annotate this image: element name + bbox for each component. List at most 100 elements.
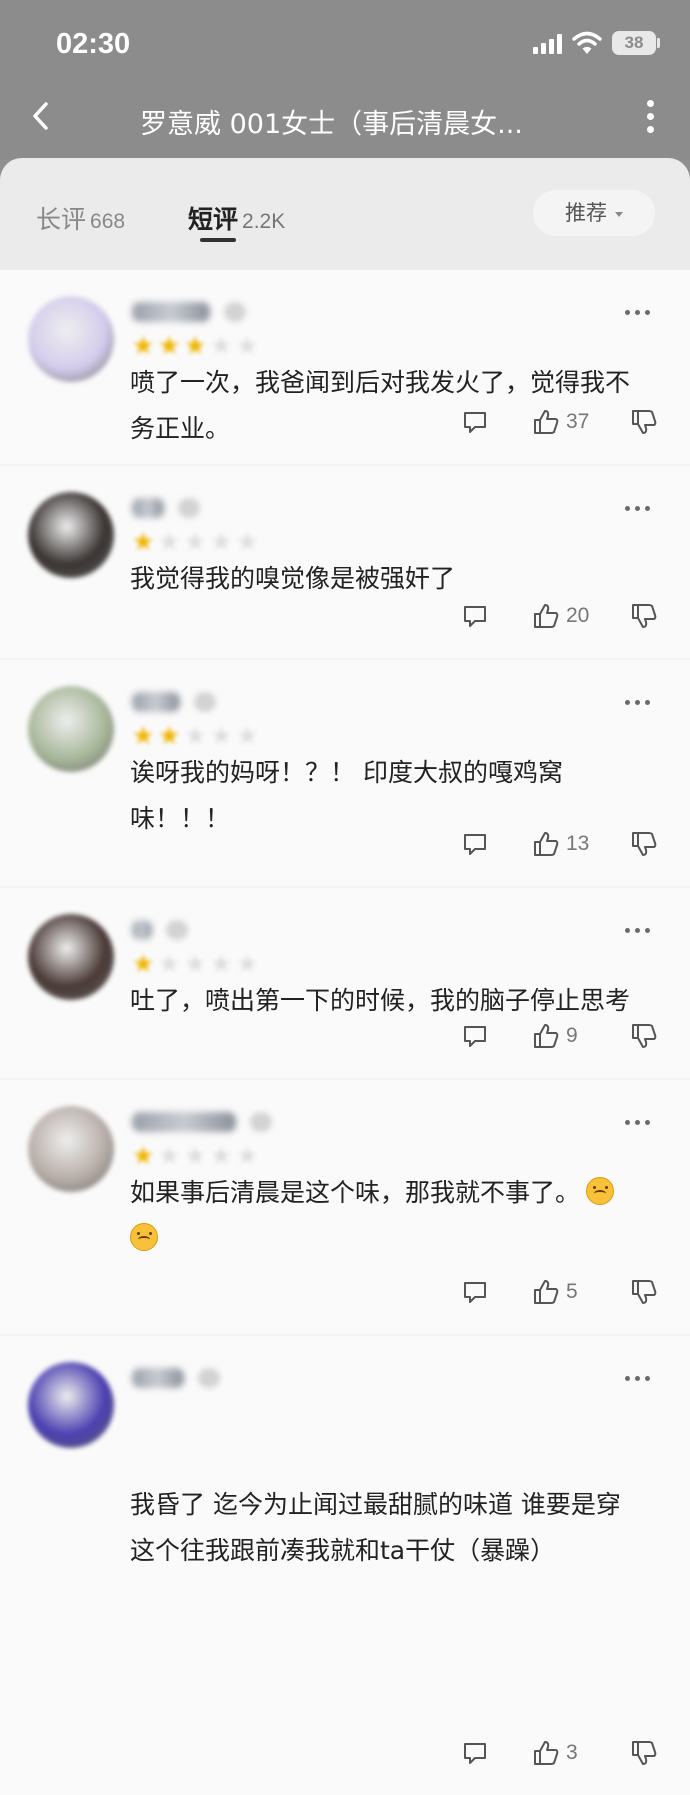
star-icon: ★ (210, 331, 233, 360)
nav-bar: 罗意威 001女士（事后清晨女... (0, 82, 690, 160)
tab-long-reviews[interactable]: 长评 668 (36, 200, 125, 236)
status-time: 02:30 (56, 28, 131, 60)
review-text: 我觉得我的嗅觉像是被强奸了 (130, 556, 650, 602)
like-icon[interactable] (532, 1278, 560, 1306)
user-level-badge (178, 498, 200, 518)
star-icon: ★ (184, 949, 207, 978)
app-header: 02:30 38 罗意威 001女士（事后清晨女... (0, 0, 690, 160)
avatar[interactable] (28, 686, 114, 772)
user-level-badge (166, 920, 188, 940)
username-blurred[interactable] (132, 498, 164, 518)
like-count: 20 (566, 604, 590, 627)
page-title: 罗意威 001女士（事后清晨女... (140, 109, 523, 140)
star-icon: ★ (210, 949, 233, 978)
star-icon: ★ (236, 527, 259, 556)
star-icon: ★ (236, 331, 259, 360)
star-icon: ★ (210, 527, 233, 556)
like-icon[interactable] (532, 1022, 560, 1050)
chevron-down-icon (615, 211, 623, 217)
star-rating: ★ ★ ★ ★ ★ (132, 527, 262, 556)
review-card: 我昏了 迄今为止闻过最甜腻的味道 谁要是穿 这个往我跟前凑我就和ta干仗（暴躁） 3 (0, 1336, 690, 1795)
star-rating: ★ ★ ★ ★ ★ (132, 331, 262, 360)
user-level-badge (198, 1368, 220, 1388)
review-card: ★ ★ ★ ★ ★ 吐了，喷出第一下的时候，我的脑子停止思考 9 (0, 888, 690, 1078)
star-rating: ★ ★ ★ ★ ★ (132, 1141, 262, 1170)
avatar[interactable] (28, 914, 114, 1000)
dislike-icon[interactable] (630, 1022, 658, 1050)
dislike-icon[interactable] (630, 408, 658, 436)
sort-dropdown[interactable]: 推荐 (533, 190, 655, 236)
star-icon: ★ (184, 331, 207, 360)
review-text-line: 我觉得我的嗅觉像是被强奸了 (130, 564, 456, 593)
star-icon: ★ (132, 1141, 155, 1170)
more-options-icon[interactable] (625, 496, 659, 511)
user-level-badge (250, 1112, 272, 1132)
star-icon: ★ (184, 721, 207, 750)
more-options-icon[interactable] (625, 690, 659, 705)
upside-down-face-emoji-icon (130, 1223, 158, 1251)
review-text-line: 吐了，喷出第一下的时候，我的脑子停止思考 (130, 986, 631, 1015)
like-icon[interactable] (532, 602, 560, 630)
like-count: 37 (566, 410, 590, 433)
review-card: ★ ★ ★ ★ ★ 喷了一次，我爸闻到后对我发火了，觉得我不 务正业。 37 (0, 270, 690, 464)
dislike-icon[interactable] (630, 1278, 658, 1306)
more-options-icon[interactable] (625, 1110, 659, 1125)
username-blurred[interactable] (132, 1112, 236, 1132)
star-rating: ★ ★ ★ ★ ★ (132, 721, 262, 750)
dislike-icon[interactable] (630, 830, 658, 858)
comment-icon[interactable] (462, 1278, 488, 1306)
review-text: 喷了一次，我爸闻到后对我发火了，觉得我不 务正业。 (130, 360, 650, 452)
review-text-line: 喷了一次，我爸闻到后对我发火了，觉得我不 (130, 368, 631, 397)
star-icon: ★ (132, 331, 155, 360)
star-icon: ★ (158, 331, 181, 360)
like-icon[interactable] (532, 408, 560, 436)
user-level-badge (194, 692, 216, 712)
username-blurred[interactable] (132, 920, 152, 940)
star-icon: ★ (158, 1141, 181, 1170)
avatar[interactable] (28, 296, 114, 382)
dislike-icon[interactable] (630, 1739, 658, 1767)
comment-icon[interactable] (462, 602, 488, 630)
star-rating: ★ ★ ★ ★ ★ (132, 949, 262, 978)
star-icon: ★ (184, 527, 207, 556)
tab-label: 短评 (188, 205, 239, 234)
star-icon: ★ (236, 721, 259, 750)
like-count: 5 (566, 1280, 578, 1303)
avatar[interactable] (28, 492, 114, 578)
review-list: ★ ★ ★ ★ ★ 喷了一次，我爸闻到后对我发火了，觉得我不 务正业。 37 ★ ★ ★ ★ ★ 我觉得我… (0, 270, 690, 1795)
avatar[interactable] (28, 1106, 114, 1192)
dislike-icon[interactable] (630, 602, 658, 630)
star-icon: ★ (184, 1141, 207, 1170)
review-card: ★ ★ ★ ★ ★ 如果事后清晨是这个味，那我就不事了。 5 (0, 1080, 690, 1334)
back-arrow-icon[interactable] (22, 96, 62, 136)
status-bar: 02:30 38 (0, 0, 690, 82)
signal-icon (533, 34, 563, 54)
comment-icon[interactable] (462, 408, 488, 436)
username-blurred[interactable] (132, 302, 210, 322)
username-blurred[interactable] (132, 1368, 184, 1388)
review-tabs: 长评 668 短评 2.2K 推荐 (0, 158, 690, 270)
upside-down-face-emoji-icon (586, 1177, 615, 1205)
star-icon: ★ (210, 721, 233, 750)
tab-short-reviews[interactable]: 短评 2.2K (188, 200, 285, 236)
comment-icon[interactable] (462, 830, 488, 858)
battery-nub (657, 38, 660, 48)
like-icon[interactable] (532, 830, 560, 858)
more-options-icon[interactable] (638, 96, 662, 140)
more-options-icon[interactable] (625, 918, 659, 933)
user-level-badge (224, 302, 246, 322)
like-icon[interactable] (532, 1739, 560, 1767)
avatar[interactable] (28, 1362, 114, 1448)
more-options-icon[interactable] (625, 300, 659, 315)
star-icon: ★ (158, 949, 181, 978)
like-count: 9 (566, 1024, 578, 1047)
star-icon: ★ (158, 527, 181, 556)
star-icon: ★ (132, 949, 155, 978)
comment-icon[interactable] (462, 1022, 488, 1050)
review-text-line (130, 1216, 650, 1262)
more-options-icon[interactable] (625, 1366, 659, 1381)
review-card: ★ ★ ★ ★ ★ 诶呀我的妈呀！？！ 印度大叔的嘎鸡窝 味！！！ 13 (0, 660, 690, 886)
tab-count: 668 (90, 210, 126, 233)
comment-icon[interactable] (462, 1739, 488, 1767)
username-blurred[interactable] (132, 692, 180, 712)
